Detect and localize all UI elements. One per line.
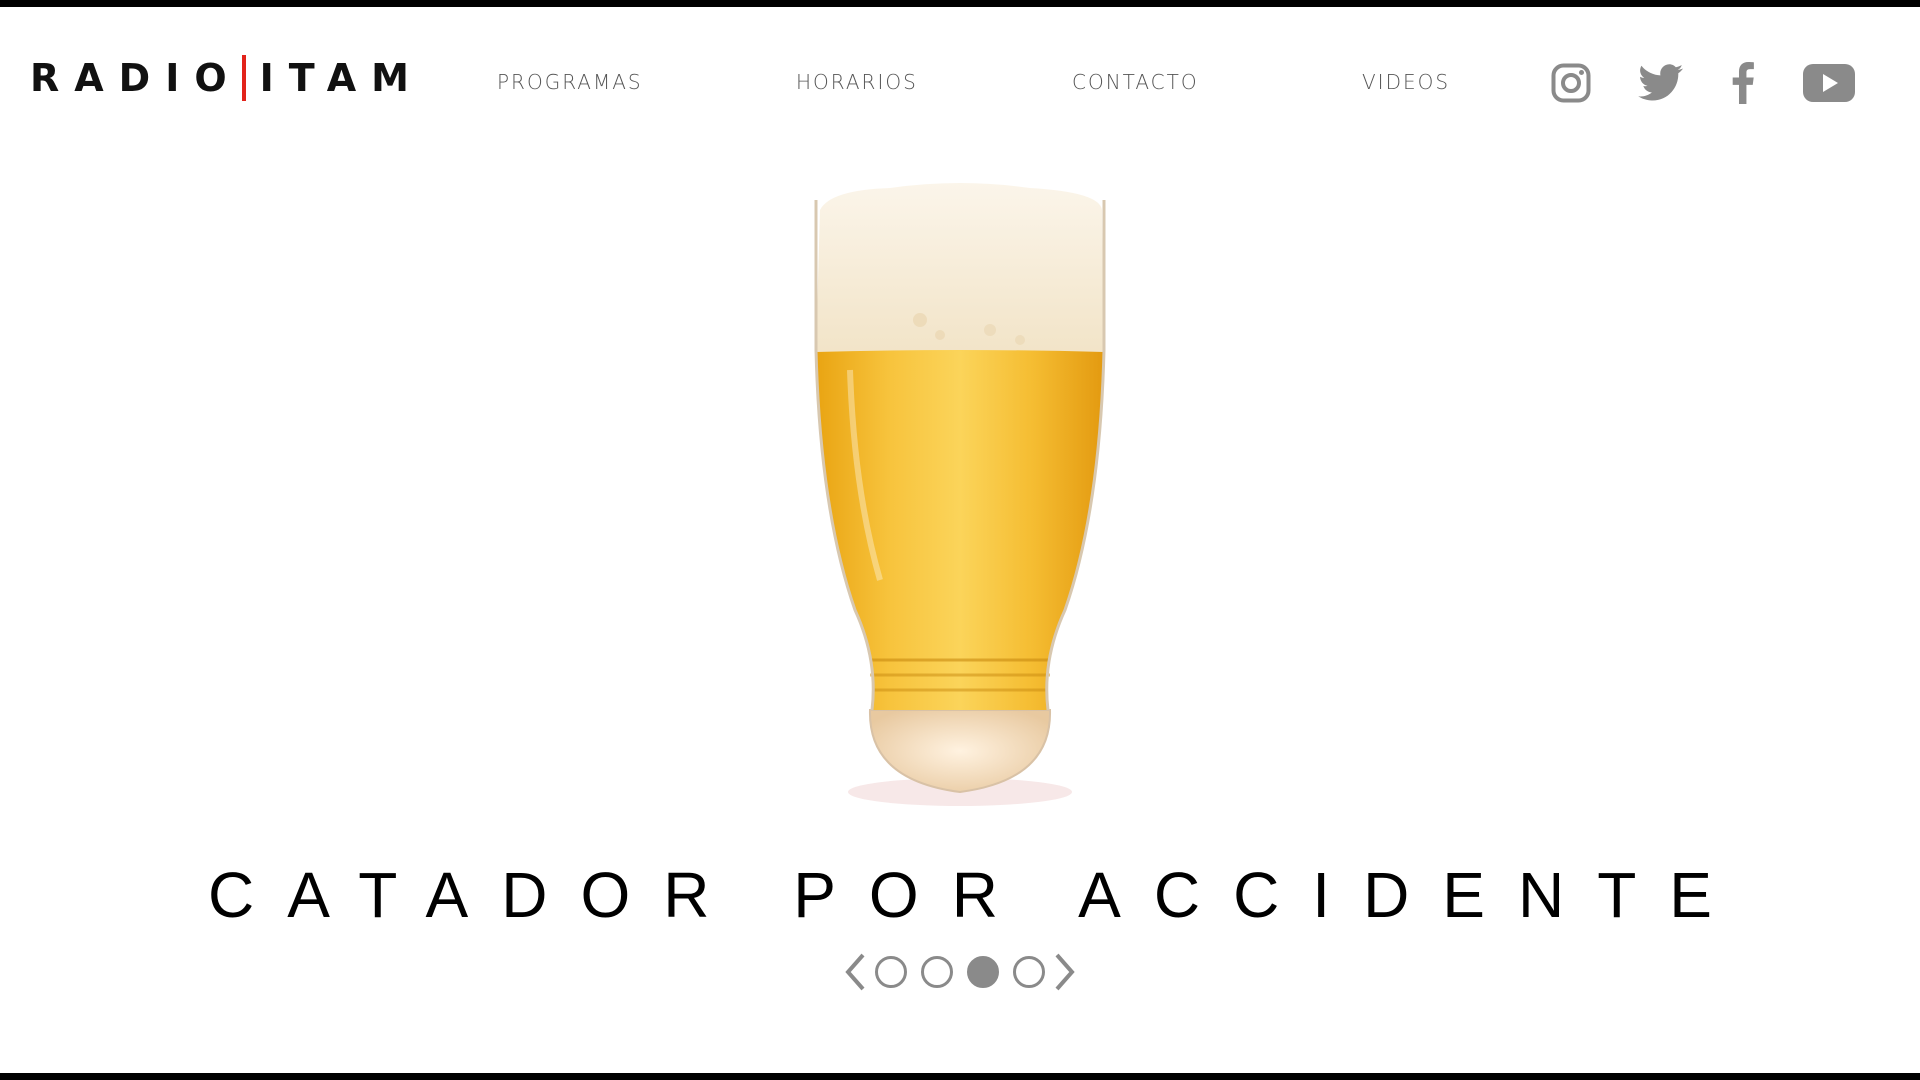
slider-dot-3-active[interactable]: [967, 956, 999, 988]
slider-controls: [0, 950, 1920, 994]
instagram-icon: [1551, 63, 1591, 103]
main-nav: PROGRAMAS HORARIOS CONTACTO VIDEOS: [0, 70, 1920, 100]
beer-glass-illustration: [814, 183, 1106, 806]
twitter-icon: [1638, 64, 1684, 101]
hero-headline: CATADOR POR ACCIDENTE: [208, 859, 1745, 931]
chevron-right-icon: [1055, 953, 1075, 991]
facebook-icon: [1732, 62, 1754, 104]
slider-dot-1[interactable]: [875, 956, 907, 988]
slider-dot-2[interactable]: [921, 956, 953, 988]
slider-dot-4[interactable]: [1013, 956, 1045, 988]
nav-item-videos[interactable]: VIDEOS: [1362, 70, 1450, 94]
nav-item-programas[interactable]: PROGRAMAS: [497, 70, 643, 94]
slider-next-button[interactable]: [1052, 950, 1078, 994]
youtube-link[interactable]: [1803, 58, 1855, 108]
top-border: [0, 0, 1920, 7]
twitter-link[interactable]: [1638, 58, 1684, 108]
facebook-link[interactable]: [1731, 58, 1755, 108]
hero-image-beer-glass: [810, 180, 1110, 810]
nav-item-horarios[interactable]: HORARIOS: [796, 70, 918, 94]
bottom-border: [0, 1073, 1920, 1080]
instagram-link[interactable]: [1551, 58, 1591, 108]
youtube-icon: [1803, 64, 1855, 102]
nav-item-contacto[interactable]: CONTACTO: [1072, 70, 1199, 94]
chevron-left-icon: [845, 953, 865, 991]
slider-prev-button[interactable]: [842, 950, 868, 994]
